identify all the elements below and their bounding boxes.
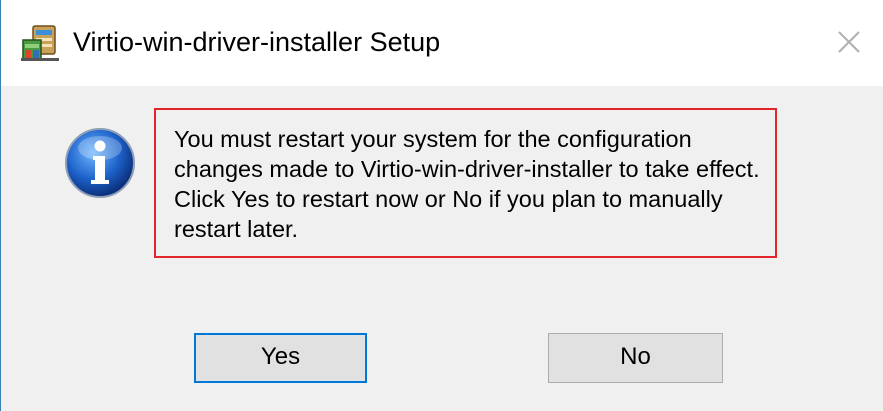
close-button[interactable] [829, 22, 869, 62]
yes-button[interactable]: Yes [194, 333, 367, 383]
title-bar[interactable]: Virtio-win-driver-installer Setup [1, 0, 883, 86]
window-title: Virtio-win-driver-installer Setup [73, 27, 441, 57]
setup-dialog: Virtio-win-driver-installer Setup You mu… [0, 0, 883, 411]
message-highlight-box: You must restart your system for the con… [154, 108, 777, 258]
installer-icon [19, 22, 61, 64]
restart-message: You must restart your system for the con… [174, 126, 760, 242]
close-icon [838, 31, 860, 53]
information-icon [63, 126, 137, 200]
no-button[interactable]: No [548, 333, 723, 383]
